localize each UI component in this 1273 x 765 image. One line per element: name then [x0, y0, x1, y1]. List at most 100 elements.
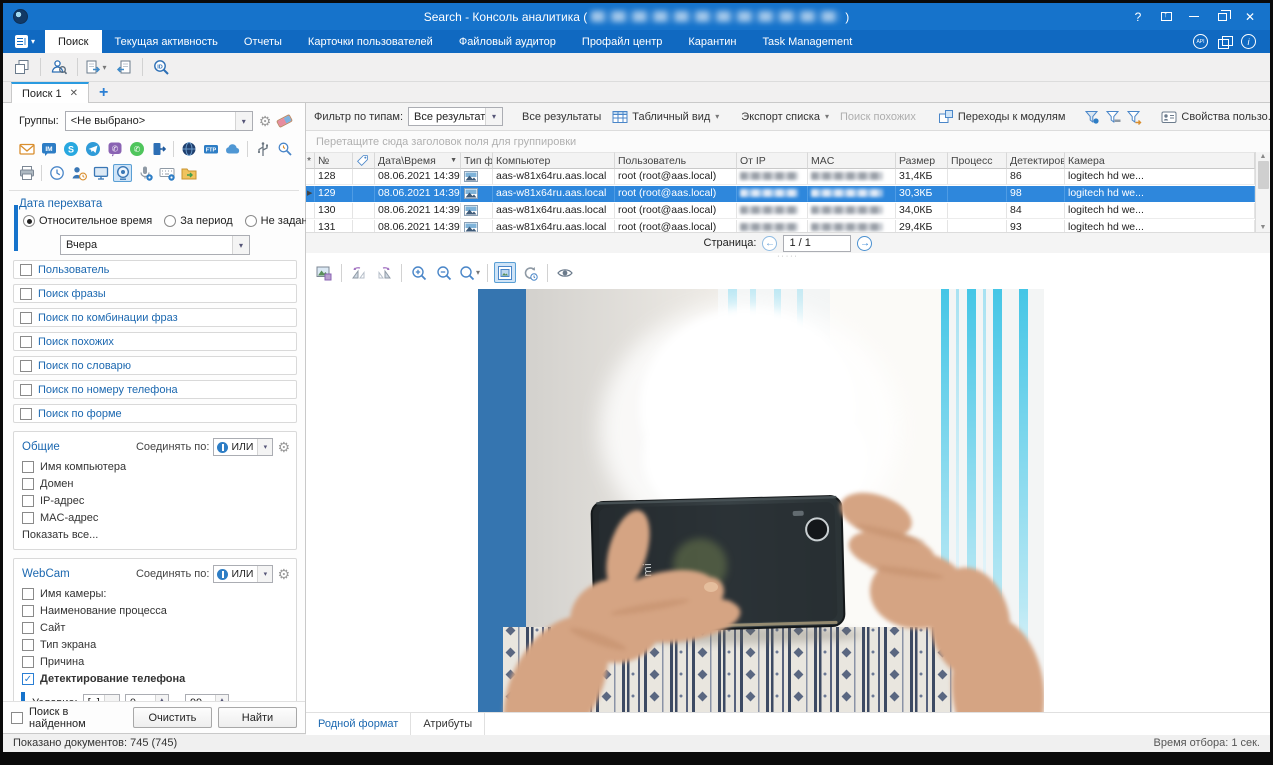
image-properties-icon[interactable]: [313, 262, 335, 283]
telegram-icon[interactable]: [83, 140, 102, 158]
filter-form[interactable]: Поиск по форме: [13, 404, 297, 423]
common-item-mac[interactable]: MAC-адрес: [22, 512, 290, 524]
radio-not-set[interactable]: Не задано: [245, 215, 314, 227]
fit-to-window-icon[interactable]: [494, 262, 516, 283]
common-settings-icon[interactable]: ⚙: [277, 440, 290, 454]
id-search-icon[interactable]: ID: [148, 55, 174, 79]
filter-user[interactable]: Пользователь: [13, 260, 297, 279]
clock-icon[interactable]: [47, 164, 66, 182]
scroll-down-icon[interactable]: ▼: [1260, 224, 1267, 231]
col-row-marker[interactable]: *: [306, 152, 315, 169]
checkbox[interactable]: [22, 622, 34, 634]
go-to-modules-button[interactable]: Переходы к модулям: [935, 109, 1069, 125]
page-input[interactable]: 1 / 1: [783, 235, 851, 252]
checkbox-checked[interactable]: ✓: [22, 673, 34, 685]
radio-relative-time[interactable]: Относительное время: [23, 215, 152, 227]
checkbox[interactable]: [20, 336, 32, 348]
col-datetime[interactable]: Дата\Время▼: [375, 152, 461, 169]
checkbox[interactable]: [22, 461, 34, 473]
common-item-domain[interactable]: Домен: [22, 478, 290, 490]
user-properties-button[interactable]: Свойства пользо...: [1158, 109, 1270, 125]
webcam-item-phone-detection[interactable]: ✓Детектирование телефона: [22, 673, 290, 685]
tab-native-format[interactable]: Родной формат: [306, 713, 411, 735]
zoom-level-icon[interactable]: ▾: [458, 262, 481, 283]
webcam-icon[interactable]: [113, 164, 132, 182]
user-search-icon[interactable]: [46, 55, 72, 79]
groups-combobox[interactable]: <Не выбрано> ▾: [65, 111, 253, 131]
microphone-icon[interactable]: [135, 164, 154, 182]
prev-page-button[interactable]: ←: [762, 236, 777, 251]
close-tab-icon[interactable]: ✕: [70, 88, 78, 99]
modules-stack-icon[interactable]: [1218, 36, 1231, 47]
checkbox[interactable]: [20, 312, 32, 324]
search-in-found-checkbox[interactable]: [11, 712, 23, 724]
files-icon[interactable]: [179, 164, 198, 182]
web-icon[interactable]: [179, 140, 198, 158]
reset-view-icon[interactable]: [519, 262, 541, 283]
email-icon[interactable]: [17, 140, 36, 158]
col-camera[interactable]: Камера: [1065, 152, 1255, 169]
menu-item-profile-center[interactable]: Профайл центр: [569, 30, 675, 53]
checkbox[interactable]: [22, 588, 34, 600]
viber-icon[interactable]: ✆: [105, 140, 124, 158]
flip-left-icon[interactable]: [348, 262, 370, 283]
col-detected[interactable]: Детектирова: [1007, 152, 1065, 169]
filter-clear-icon[interactable]: [1105, 109, 1121, 125]
filter-phrase[interactable]: Поиск фразы: [13, 284, 297, 303]
table-scrollbar[interactable]: ▲ ▼: [1255, 152, 1270, 232]
webcam-item-screen-type[interactable]: Тип экрана: [22, 639, 290, 651]
checkbox[interactable]: [20, 408, 32, 420]
col-from-ip[interactable]: От IP: [737, 152, 808, 169]
menu-item-poisk[interactable]: Поиск: [45, 30, 101, 53]
scroll-up-icon[interactable]: ▲: [1260, 153, 1267, 160]
radio-period[interactable]: За период: [164, 215, 232, 227]
menu-item-activity[interactable]: Текущая активность: [102, 30, 231, 53]
filter-phone-number[interactable]: Поиск по номеру телефона: [13, 380, 297, 399]
checkbox[interactable]: [20, 288, 32, 300]
restore-button[interactable]: [1210, 7, 1234, 27]
webcam-item-camera-name[interactable]: Имя камеры:: [22, 588, 290, 600]
table-view-button[interactable]: Табличный вид▾: [609, 109, 722, 125]
col-filetype[interactable]: Тип фа: [461, 152, 493, 169]
add-tab-button[interactable]: +: [89, 84, 118, 102]
checkbox[interactable]: [22, 495, 34, 507]
period-combobox[interactable]: Вчера ▾: [60, 235, 250, 255]
webcam-join-combobox[interactable]: ИЛИ▾: [213, 565, 273, 583]
col-mac[interactable]: MAC: [808, 152, 896, 169]
show-all-link[interactable]: Показать все...: [22, 529, 290, 541]
close-button[interactable]: ✕: [1238, 7, 1262, 27]
info-icon[interactable]: i: [1241, 34, 1256, 49]
col-tag[interactable]: [353, 152, 375, 169]
menu-item-user-cards[interactable]: Карточки пользователей: [295, 30, 446, 53]
eraser-icon[interactable]: [276, 114, 293, 128]
checkbox[interactable]: [20, 384, 32, 396]
all-results-button[interactable]: Все результаты: [519, 111, 604, 123]
webcam-item-process-name[interactable]: Наименование процесса: [22, 605, 290, 617]
checkbox[interactable]: [22, 478, 34, 490]
zoom-in-icon[interactable]: [408, 262, 430, 283]
webcam-item-reason[interactable]: Причина: [22, 656, 290, 668]
next-page-button[interactable]: →: [857, 236, 872, 251]
col-user[interactable]: Пользователь: [615, 152, 737, 169]
monitoring-icon[interactable]: [275, 140, 294, 158]
skype-icon[interactable]: S: [61, 140, 80, 158]
checkbox[interactable]: [22, 605, 34, 617]
import-tab-icon[interactable]: [111, 55, 137, 79]
ftp-icon[interactable]: FTP: [201, 140, 220, 158]
find-button[interactable]: Найти: [218, 707, 297, 728]
minimize-button[interactable]: [1182, 7, 1206, 27]
webcam-item-site[interactable]: Сайт: [22, 622, 290, 634]
col-num[interactable]: №: [315, 152, 353, 169]
clear-button[interactable]: Очистить: [133, 707, 212, 728]
im-icon[interactable]: IM: [39, 140, 58, 158]
checkbox[interactable]: [22, 639, 34, 651]
export-tab-icon[interactable]: ▾: [83, 55, 109, 79]
col-process[interactable]: Процесс: [948, 152, 1007, 169]
tab-attributes[interactable]: Атрибуты: [411, 713, 485, 735]
menu-item-reports[interactable]: Отчеты: [231, 30, 295, 53]
printer-icon[interactable]: [17, 164, 36, 182]
filter-phrase-combo[interactable]: Поиск по комбинации фраз: [13, 308, 297, 327]
type-filter-combobox[interactable]: Все результаты▾: [408, 107, 503, 126]
webcam-settings-icon[interactable]: ⚙: [277, 567, 290, 581]
cloud-icon[interactable]: [223, 140, 242, 158]
